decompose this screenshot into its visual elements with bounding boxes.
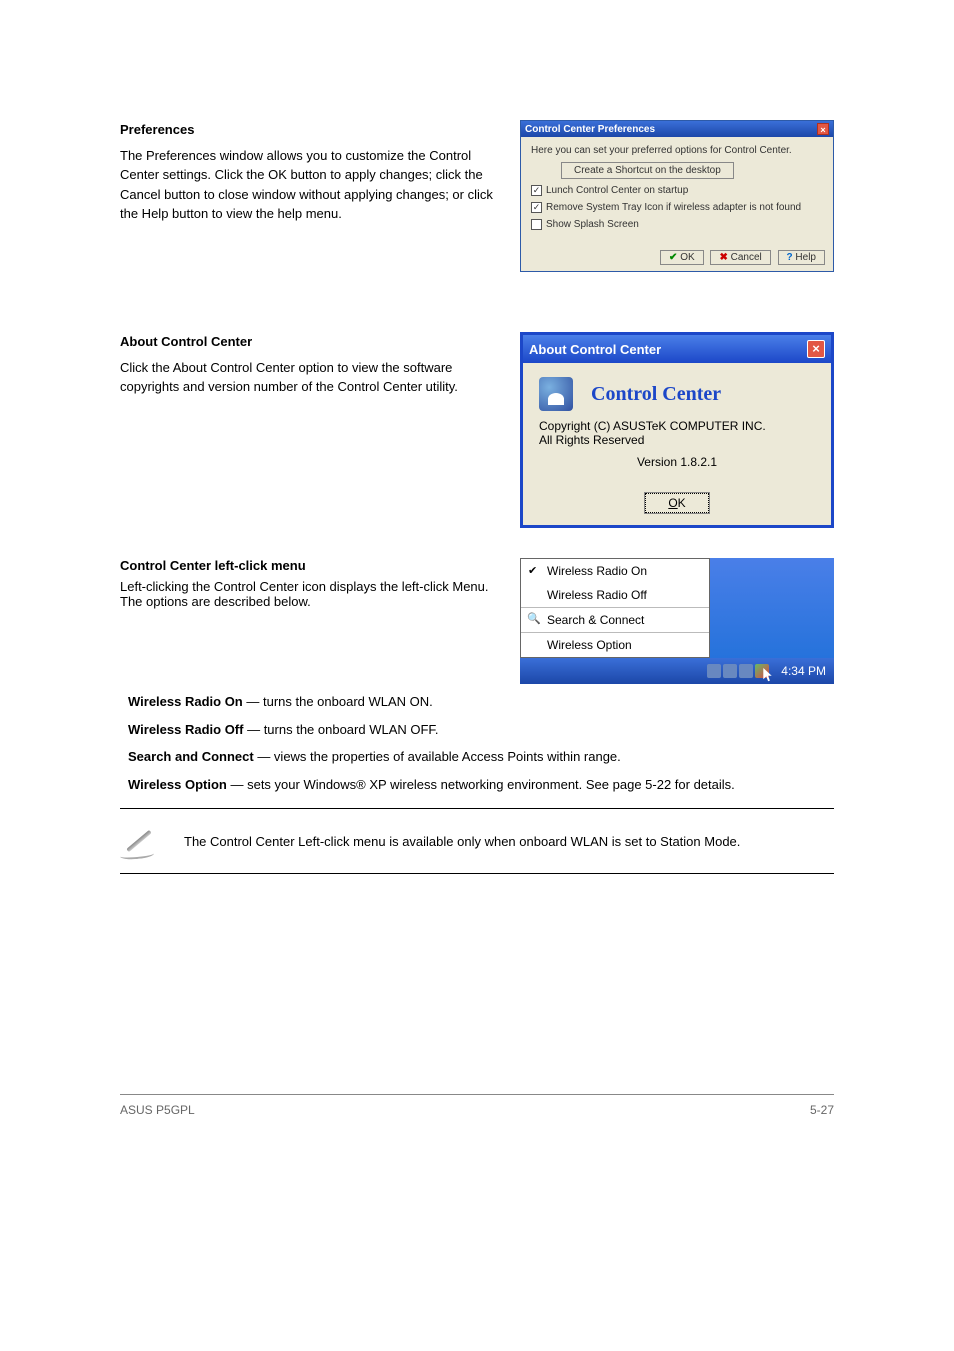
about-heading: About Control Center bbox=[120, 332, 500, 352]
cancel-button[interactable]: ✖ Cancel bbox=[710, 250, 770, 265]
preferences-dialog: Control Center Preferences × Here you ca… bbox=[520, 120, 834, 272]
leftmenu-heading: Control Center left-click menu bbox=[120, 558, 500, 573]
menu-search-connect[interactable]: Search & Connect bbox=[521, 607, 709, 632]
about-rights: All Rights Reserved bbox=[539, 433, 815, 447]
about-dialog: About Control Center × Control Center Co… bbox=[520, 332, 834, 528]
tray-icon-2[interactable] bbox=[723, 664, 737, 678]
checkbox-splash[interactable] bbox=[531, 219, 542, 230]
tray-menu: Wireless Radio On Wireless Radio Off Sea… bbox=[520, 558, 710, 658]
pref-dialog-title: Control Center Preferences bbox=[525, 124, 655, 135]
footer-right: 5-27 bbox=[810, 1103, 834, 1117]
checkbox-remove-tray[interactable]: ✓ bbox=[531, 202, 542, 213]
opt-startup: Lunch Control Center on startup bbox=[546, 185, 688, 196]
menu-wireless-option[interactable]: Wireless Option bbox=[521, 632, 709, 657]
about-dialog-title: About Control Center bbox=[529, 342, 661, 357]
taskbar-time: 4:34 PM bbox=[781, 664, 826, 678]
control-center-icon bbox=[539, 377, 573, 411]
taskbar: 4:34 PM bbox=[520, 658, 834, 684]
tray-icon-1[interactable] bbox=[707, 664, 721, 678]
li-radio-off: Wireless Radio Off — turns the onboard W… bbox=[120, 720, 834, 740]
li-radio-on: Wireless Radio On — turns the onboard WL… bbox=[120, 692, 834, 712]
opt-splash: Show Splash Screen bbox=[546, 219, 639, 230]
close-icon[interactable]: × bbox=[807, 340, 825, 358]
leftmenu-intro: Left-clicking the Control Center icon di… bbox=[120, 579, 500, 609]
about-ok-button[interactable]: OK bbox=[645, 493, 708, 513]
ok-button[interactable]: ✔ OK bbox=[660, 250, 704, 265]
pref-intro: Here you can set your preferred options … bbox=[531, 145, 823, 156]
about-text: Click the About Control Center option to… bbox=[120, 358, 500, 397]
page-footer: ASUS P5GPL 5-27 bbox=[120, 1094, 834, 1117]
help-button[interactable]: ? Help bbox=[778, 250, 825, 265]
footer-left: ASUS P5GPL bbox=[120, 1103, 195, 1117]
cursor-icon bbox=[763, 668, 775, 682]
menu-radio-on[interactable]: Wireless Radio On bbox=[521, 559, 709, 583]
opt-remove-tray: Remove System Tray Icon if wireless adap… bbox=[546, 202, 801, 213]
about-h: Control Center bbox=[591, 383, 721, 406]
tray-icons bbox=[707, 660, 775, 682]
about-version: Version 1.8.2.1 bbox=[539, 455, 815, 469]
li-option: Wireless Option — sets your Windows® XP … bbox=[120, 775, 834, 795]
note-pen-icon bbox=[120, 821, 160, 861]
tray-screenshot: Wireless Radio On Wireless Radio Off Sea… bbox=[520, 558, 834, 684]
checkbox-startup[interactable]: ✓ bbox=[531, 185, 542, 196]
about-copyright: Copyright (C) ASUSTeK COMPUTER INC. bbox=[539, 419, 815, 433]
note-box: The Control Center Left-click menu is av… bbox=[120, 808, 834, 874]
create-shortcut-button[interactable]: Create a Shortcut on the desktop bbox=[561, 162, 734, 179]
tray-icon-3[interactable] bbox=[739, 664, 753, 678]
menu-radio-off[interactable]: Wireless Radio Off bbox=[521, 583, 709, 607]
close-icon[interactable]: × bbox=[817, 123, 829, 135]
preferences-heading: Preferences bbox=[120, 120, 500, 140]
preferences-text: The Preferences window allows you to cus… bbox=[120, 146, 500, 224]
li-search: Search and Connect — views the propertie… bbox=[120, 747, 834, 767]
note-text: The Control Center Left-click menu is av… bbox=[184, 834, 740, 849]
